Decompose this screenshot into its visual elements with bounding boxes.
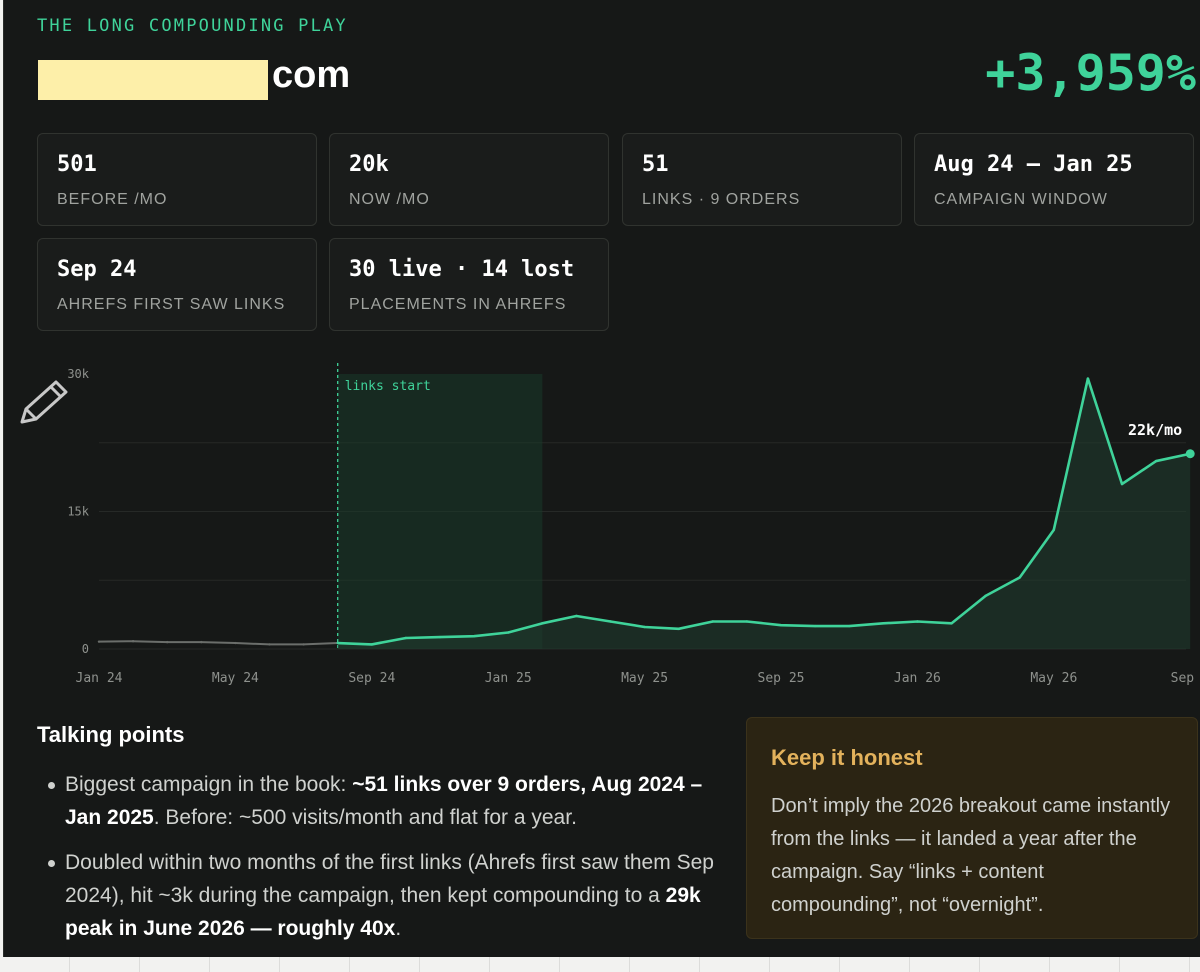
stat-label: NOW /MO — [349, 191, 430, 208]
x-tick-label: May 26 — [1030, 671, 1077, 686]
list-item: Doubled within two months of the first l… — [44, 846, 724, 945]
data-point — [166, 640, 169, 644]
stat-label: AHREFS FIRST SAW LINKS — [57, 296, 286, 313]
data-point — [643, 625, 646, 629]
data-point — [1018, 576, 1021, 579]
eyebrow-label: THE LONG COMPOUNDING PLAY — [37, 16, 348, 36]
data-point — [916, 620, 919, 623]
end-value-label: 22k/mo — [1128, 421, 1182, 439]
x-tick-label: Jan 26 — [894, 671, 941, 686]
data-point — [97, 640, 101, 643]
stat-card-now: 20k NOW /MO — [329, 133, 609, 226]
data-point — [370, 643, 373, 646]
stat-value: Aug 24 – Jan 25 — [934, 152, 1133, 177]
x-tick-label: Sep 2 — [1171, 671, 1200, 686]
data-point — [268, 643, 271, 646]
talking-points-title: Talking points — [37, 722, 185, 747]
data-point — [302, 643, 305, 646]
data-point — [848, 624, 851, 628]
stat-card-placements: 30 live · 14 lost PLACEMENTS IN AHREFS — [329, 238, 609, 331]
stat-label: BEFORE /MO — [57, 191, 168, 208]
x-tick-label: May 25 — [621, 671, 668, 686]
data-point — [984, 594, 987, 598]
data-point — [438, 635, 442, 639]
data-point — [200, 640, 203, 644]
data-point — [404, 636, 408, 640]
links-start-label: links start — [345, 379, 431, 394]
data-point — [336, 641, 339, 645]
stat-label: LINKS · 9 ORDERS — [642, 191, 801, 208]
campaign-panel: THE LONG COMPOUNDING PLAY com +3,959% 50… — [3, 0, 1200, 957]
growth-percentage: +3,959% — [985, 44, 1196, 102]
callout-body: Don’t imply the 2026 breakout came insta… — [771, 795, 1171, 916]
data-point — [1052, 528, 1056, 532]
stat-card-links: 51 LINKS · 9 ORDERS — [622, 133, 902, 226]
x-tick-label: Jan 24 — [76, 671, 123, 686]
data-point — [1120, 482, 1124, 486]
talking-points-list: Biggest campaign in the book: ~51 links … — [44, 768, 724, 957]
y-tick-label: 15k — [67, 505, 89, 519]
data-point — [609, 620, 612, 623]
data-point — [882, 622, 885, 625]
domain-suffix: com — [272, 54, 351, 96]
stat-value: 51 — [642, 152, 669, 177]
campaign-window-band — [337, 374, 543, 649]
callout-title: Keep it honest — [771, 745, 923, 770]
data-point — [131, 640, 135, 643]
data-point — [541, 622, 544, 625]
bullet-text: . — [395, 917, 402, 940]
data-point — [779, 623, 783, 627]
data-point — [472, 634, 476, 638]
data-point — [745, 620, 749, 623]
stat-value: 501 — [57, 152, 97, 177]
x-tick-label: Sep 25 — [758, 671, 805, 686]
stat-value: 20k — [349, 152, 389, 177]
background-grid-strip — [0, 957, 1200, 972]
data-point — [234, 641, 237, 645]
y-tick-label: 0 — [82, 642, 89, 656]
data-point — [507, 631, 510, 634]
stat-card-campaign-window: Aug 24 – Jan 25 CAMPAIGN WINDOW — [914, 133, 1194, 226]
stat-label: CAMPAIGN WINDOW — [934, 191, 1108, 208]
stat-card-before: 501 BEFORE /MO — [37, 133, 317, 226]
y-tick-label: 30k — [67, 367, 89, 381]
bullet-text: Doubled within two months of the first l… — [65, 851, 714, 907]
redacted-domain-name — [38, 60, 268, 100]
end-data-point — [1185, 449, 1195, 459]
bullet-text: . Before: ~500 visits/month and flat for… — [153, 806, 577, 829]
data-point — [1154, 459, 1158, 463]
x-tick-label: Jan 25 — [485, 671, 532, 686]
stat-value: 30 live · 14 lost — [349, 257, 575, 282]
data-point — [575, 614, 578, 618]
x-tick-label: Sep 24 — [348, 671, 395, 686]
data-point — [711, 620, 714, 623]
data-point — [677, 627, 680, 631]
list-item: Biggest campaign in the book: ~51 links … — [44, 768, 724, 834]
data-point — [1086, 377, 1090, 380]
stat-value: Sep 24 — [57, 257, 137, 282]
traffic-chart: 0 15k 30k Jan 24 May 24 Sep 24 Jan 25 May 25 Se… — [67, 363, 1200, 686]
keep-it-honest-callout: Keep it honest Don’t imply the 2026 brea… — [746, 717, 1198, 939]
x-tick-label: May 24 — [212, 671, 259, 686]
bullet-text: Biggest campaign in the book: — [65, 773, 353, 796]
data-point — [950, 622, 953, 625]
series-line-before — [98, 640, 338, 646]
stat-label: PLACEMENTS IN AHREFS — [349, 296, 567, 313]
data-point — [813, 624, 817, 628]
stat-card-ahrefs-first-seen: Sep 24 AHREFS FIRST SAW LINKS — [37, 238, 317, 331]
